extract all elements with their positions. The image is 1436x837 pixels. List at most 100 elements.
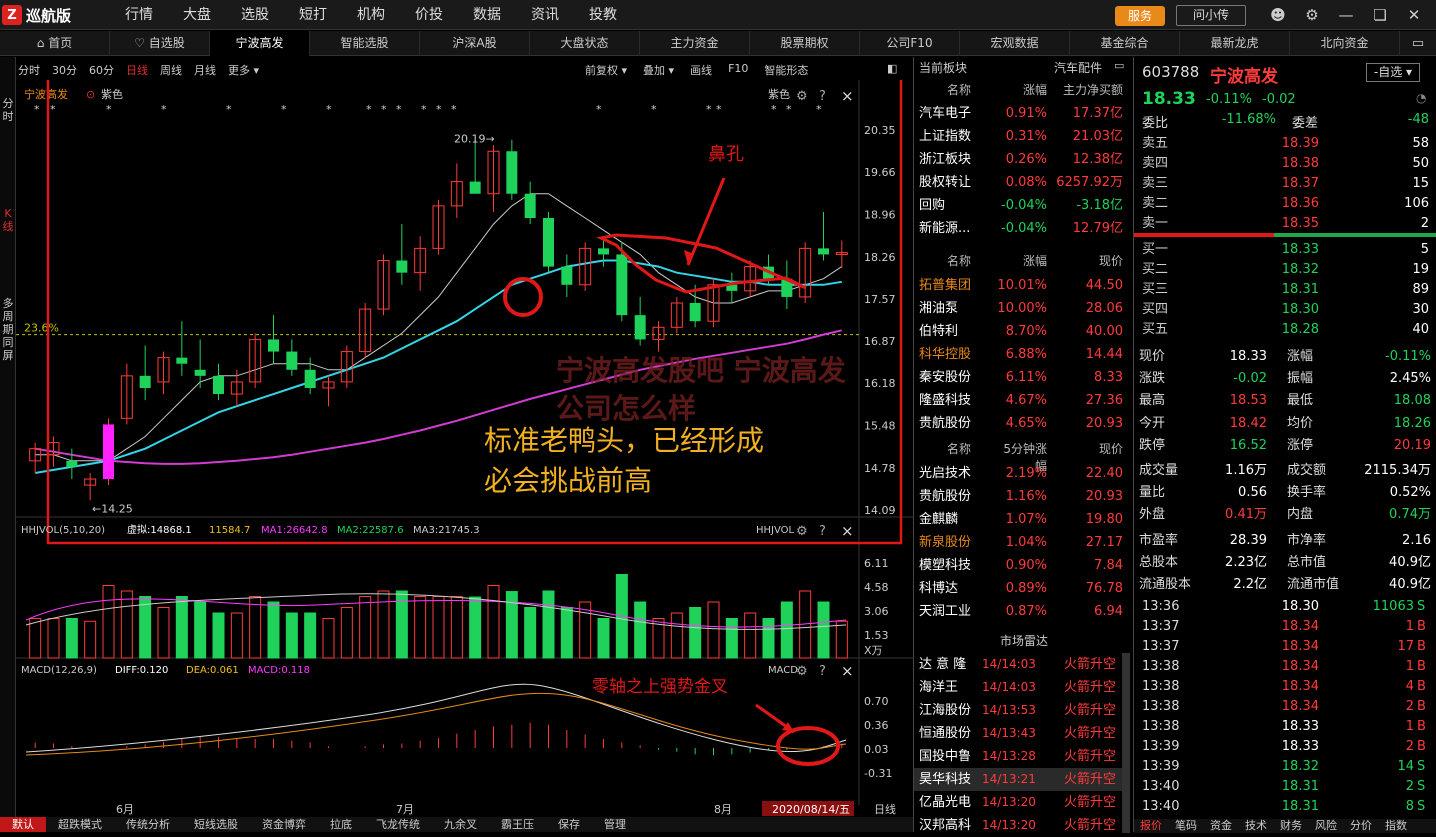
leader-row[interactable]: 秦安股份 6.11% 8.33 [919, 366, 1129, 389]
help-icon-vol[interactable]: ? [819, 524, 826, 539]
bottom-tab-7[interactable]: 九余叉 [432, 817, 489, 832]
radar-row[interactable]: 恒通股份 14/13:43 火箭升空 [914, 722, 1124, 745]
tab-3[interactable]: 智能选股 [310, 31, 420, 56]
buy-row[interactable]: 买一 18.33 5 [1139, 240, 1434, 260]
speed-row[interactable]: 科博达 0.89% 76.78 [919, 577, 1129, 600]
chart-tool-4[interactable]: 智能形态 [764, 62, 808, 78]
radar-row[interactable]: 江海股份 14/13:53 火箭升空 [914, 699, 1124, 722]
period-0[interactable]: 分时 [18, 62, 40, 80]
tab-9[interactable]: 宏观数据 [960, 31, 1070, 56]
sell-row[interactable]: 卖三 18.37 15 [1139, 174, 1434, 194]
menu-8[interactable]: 投教 [574, 0, 632, 30]
speed-row[interactable]: 光启技术 2.19% 22.40 [919, 462, 1129, 485]
chart-tool-1[interactable]: 叠加 ▾ [643, 62, 674, 78]
bottom-tab-4[interactable]: 资金博弈 [250, 817, 318, 832]
bottom-tab-6[interactable]: 飞龙传统 [364, 817, 432, 832]
quote-tab-3[interactable]: 技术 [1245, 819, 1279, 833]
sell-row[interactable]: 卖五 18.39 58 [1139, 134, 1434, 154]
tab-6[interactable]: 主力资金 [640, 31, 750, 56]
leader-row[interactable]: 贵航股份 4.65% 20.93 [919, 412, 1129, 435]
radar-row[interactable]: 达 意 隆 14/14:03 火箭升空 [914, 653, 1124, 676]
close-icon-macd[interactable]: × [841, 662, 854, 680]
block-row[interactable]: 回购 -0.04% -3.18亿 [919, 194, 1129, 217]
menu-7[interactable]: 资讯 [516, 0, 574, 30]
panel-toggle-icon[interactable]: ◧ [887, 62, 901, 78]
menu-0[interactable]: 行情 [110, 0, 168, 30]
bottom-tab-2[interactable]: 传统分析 [114, 817, 182, 832]
close-icon-vol[interactable]: × [841, 522, 854, 540]
block-row[interactable]: 股权转让 0.08% 6257.92万 [919, 171, 1129, 194]
group-select[interactable]: -自选 ▾ [1366, 63, 1420, 82]
tab-0[interactable]: ⌂ 首页 [0, 31, 110, 56]
tab-5[interactable]: 大盘状态 [530, 31, 640, 56]
speed-row[interactable]: 模塑科技 0.90% 7.84 [919, 554, 1129, 577]
speed-row[interactable]: 天润工业 0.87% 6.94 [919, 600, 1129, 623]
sell-row[interactable]: 卖一 18.35 2 [1139, 214, 1434, 234]
menu-3[interactable]: 短打 [284, 0, 342, 30]
help-icon-macd[interactable]: ? [819, 664, 826, 679]
tab-menu-icon[interactable]: ▭ [1400, 31, 1436, 56]
menu-1[interactable]: 大盘 [168, 0, 226, 30]
bottom-tab-1[interactable]: 超跌模式 [46, 817, 114, 832]
sell-row[interactable]: 卖二 18.36 106 [1139, 194, 1434, 214]
block-row[interactable]: 新能源... -0.04% 12.79亿 [919, 217, 1129, 240]
settings-icon-macd[interactable]: ⚙ [796, 664, 808, 679]
tab-11[interactable]: 最新龙虎 [1180, 31, 1290, 56]
close-icon[interactable]: ✕ [1404, 5, 1424, 25]
tab-8[interactable]: 公司F10 [860, 31, 960, 56]
bottom-tab-3[interactable]: 短线选股 [182, 817, 250, 832]
quote-tab-6[interactable]: 分价 [1350, 819, 1384, 833]
menu-6[interactable]: 数据 [458, 0, 516, 30]
speed-row[interactable]: 贵航股份 1.16% 20.93 [919, 485, 1129, 508]
radar-row[interactable]: 昊华科技 14/13:21 火箭升空 [914, 768, 1124, 791]
bottom-tab-9[interactable]: 保存 [546, 817, 592, 832]
quote-tab-0[interactable]: 报价 [1140, 819, 1174, 833]
view-timeshare[interactable]: 分时 [0, 97, 16, 123]
tab-4[interactable]: 沪深A股 [420, 31, 530, 56]
bottom-tab-10[interactable]: 管理 [592, 817, 638, 832]
sell-row[interactable]: 卖四 18.38 50 [1139, 154, 1434, 174]
block-toggle-icon[interactable]: ▭ [1114, 59, 1128, 75]
period-2[interactable]: 60分 [89, 62, 114, 80]
close-icon-main[interactable]: × [841, 87, 854, 105]
user-icon[interactable]: ☻ [1268, 5, 1288, 25]
settings-icon[interactable]: ⚙ [1302, 5, 1322, 25]
quote-tab-2[interactable]: 资金 [1210, 819, 1244, 833]
block-row[interactable]: 浙江板块 0.26% 12.38亿 [919, 148, 1129, 171]
view-multi-period[interactable]: 多周期同屏 [0, 297, 16, 362]
period-4[interactable]: 周线 [160, 62, 182, 80]
buy-row[interactable]: 买二 18.32 19 [1139, 260, 1434, 280]
dropdown-icon[interactable]: ⊙ [86, 88, 95, 101]
chart-tool-0[interactable]: 前复权 ▾ [585, 62, 627, 78]
tab-1[interactable]: ♡ 自选股 [110, 31, 210, 56]
menu-5[interactable]: 价投 [400, 0, 458, 30]
radar-row[interactable]: 海洋王 14/14:03 火箭升空 [914, 676, 1124, 699]
speed-row[interactable]: 新泉股份 1.04% 27.17 [919, 531, 1129, 554]
tab-12[interactable]: 北向资金 [1290, 31, 1400, 56]
service-button[interactable]: 服务 [1115, 6, 1165, 26]
bottom-tab-5[interactable]: 拉底 [318, 817, 364, 832]
quote-tab-1[interactable]: 笔码 [1175, 819, 1209, 833]
radar-row[interactable]: 亿晶光电 14/13:20 火箭升空 [914, 791, 1124, 814]
bottom-tab-0[interactable]: 默认 [0, 817, 46, 832]
minimize-icon[interactable]: — [1336, 5, 1356, 25]
quote-tab-7[interactable]: 指数 [1385, 819, 1419, 833]
leader-row[interactable]: 科华控股 6.88% 14.44 [919, 343, 1129, 366]
block-row[interactable]: 汽车电子 0.91% 17.37亿 [919, 102, 1129, 125]
tab-2[interactable]: 宁波高发 [210, 31, 310, 56]
menu-4[interactable]: 机构 [342, 0, 400, 30]
radar-scrollbar[interactable] [1122, 653, 1130, 833]
buy-row[interactable]: 买五 18.28 40 [1139, 320, 1434, 340]
block-row[interactable]: 上证指数 0.31% 21.03亿 [919, 125, 1129, 148]
period-right[interactable]: 日线 [874, 802, 896, 816]
ask-button[interactable]: 问小传 [1176, 5, 1246, 26]
radar-row[interactable]: 汉邦高科 14/13:20 火箭升空 [914, 814, 1124, 837]
buy-row[interactable]: 买三 18.31 89 [1139, 280, 1434, 300]
bottom-tab-8[interactable]: 霸王压 [489, 817, 546, 832]
tab-10[interactable]: 基金综合 [1070, 31, 1180, 56]
buy-row[interactable]: 买四 18.30 30 [1139, 300, 1434, 320]
period-5[interactable]: 月线 [194, 62, 216, 80]
radar-row[interactable]: 国投中鲁 14/13:28 火箭升空 [914, 745, 1124, 768]
view-kline[interactable]: K线 [0, 207, 16, 233]
bell-icon[interactable]: ◔ [1416, 91, 1430, 107]
